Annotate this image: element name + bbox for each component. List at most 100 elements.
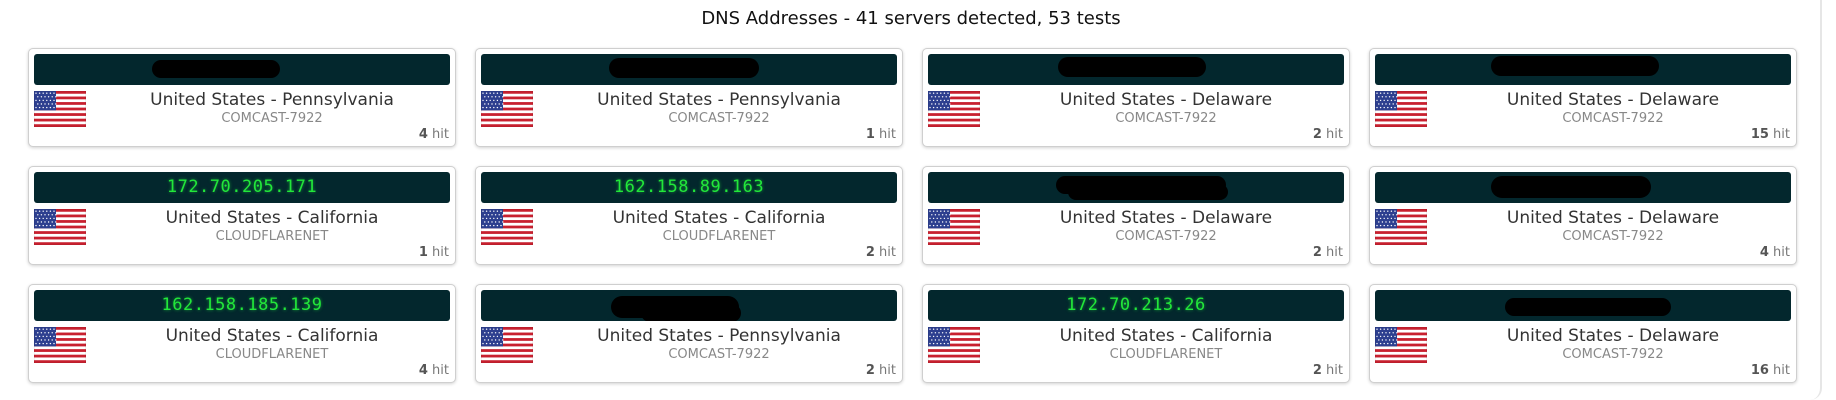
dns-server-card: United States - Pennsylvania COMCAST-792…	[28, 48, 456, 147]
us-flag-icon	[481, 327, 533, 363]
hit-count: 16 hit	[1751, 363, 1790, 378]
dns-server-card: 162.158.89.163 United States - Californi…	[475, 166, 903, 265]
dns-server-card: 172.70.205.171 United States - Californi…	[28, 166, 456, 265]
hit-count: 15 hit	[1751, 127, 1790, 142]
server-location: United States - Delaware	[1059, 208, 1273, 228]
us-flag-icon	[481, 209, 533, 245]
dns-server-card: 162.158.185.139 United States - Californ…	[28, 284, 456, 383]
hit-number: 2	[865, 363, 875, 378]
us-flag-icon	[481, 91, 533, 127]
hit-label: hit	[879, 363, 896, 378]
dns-server-grid: United States - Pennsylvania COMCAST-792…	[28, 48, 1797, 383]
hit-count: 1 hit	[419, 245, 449, 260]
us-flag-icon	[34, 327, 86, 363]
ip-address: 172.70.213.26	[1066, 295, 1206, 315]
hit-label: hit	[1326, 363, 1343, 378]
hit-label: hit	[1326, 127, 1343, 142]
redaction-mark	[641, 304, 741, 321]
redaction-mark	[1505, 298, 1671, 316]
server-location: United States - Delaware	[1506, 208, 1720, 228]
dns-server-card: United States - Pennsylvania COMCAST-792…	[475, 48, 903, 147]
dns-server-card: United States - Delaware COMCAST-7922 15…	[1369, 48, 1797, 147]
server-isp: COMCAST-7922	[1115, 229, 1217, 244]
server-location: United States - Delaware	[1059, 90, 1273, 110]
hit-number: 15	[1750, 127, 1769, 142]
hit-label: hit	[432, 127, 449, 142]
redaction-mark	[1058, 57, 1206, 77]
hit-number: 1	[418, 245, 428, 260]
server-isp: CLOUDFLARENET	[1109, 347, 1223, 362]
server-location: United States - Delaware	[1506, 90, 1720, 110]
us-flag-icon	[1375, 327, 1427, 363]
results-panel: DNS Addresses - 41 servers detected, 53 …	[0, 0, 1822, 400]
hit-label: hit	[1773, 245, 1790, 260]
hit-count: 4 hit	[419, 363, 449, 378]
hit-count: 2 hit	[866, 363, 896, 378]
dns-server-card: 172.70.213.26 United States - California…	[922, 284, 1350, 383]
redaction-mark	[609, 58, 759, 78]
ip-address-bar	[1375, 54, 1791, 85]
ip-address-bar	[928, 54, 1344, 85]
hit-number: 2	[865, 245, 875, 260]
server-isp: CLOUDFLARENET	[215, 347, 329, 362]
ip-address-bar	[34, 54, 450, 85]
hit-number: 2	[1312, 363, 1322, 378]
server-location: United States - Delaware	[1506, 326, 1720, 346]
dns-server-card: United States - Delaware COMCAST-7922 2 …	[922, 166, 1350, 265]
ip-address-bar	[481, 54, 897, 85]
server-location: United States - California	[165, 326, 379, 346]
us-flag-icon	[1375, 91, 1427, 127]
redaction-mark	[152, 60, 280, 78]
hit-label: hit	[1773, 363, 1790, 378]
hit-number: 4	[418, 127, 428, 142]
server-isp: COMCAST-7922	[668, 111, 770, 126]
hit-label: hit	[1326, 245, 1343, 260]
server-location: United States - Pennsylvania	[597, 326, 841, 346]
ip-address: 172.70.205.171	[166, 177, 318, 197]
server-location: United States - Pennsylvania	[597, 90, 841, 110]
hit-number: 2	[1312, 245, 1322, 260]
ip-address-bar	[928, 172, 1344, 203]
server-isp: COMCAST-7922	[1562, 229, 1664, 244]
hit-count: 1 hit	[866, 127, 896, 142]
hit-count: 2 hit	[866, 245, 896, 260]
server-location: United States - California	[1059, 326, 1273, 346]
us-flag-icon	[34, 209, 86, 245]
hit-count: 4 hit	[419, 127, 449, 142]
hit-label: hit	[879, 245, 896, 260]
hit-number: 16	[1750, 363, 1769, 378]
hit-number: 4	[1759, 245, 1769, 260]
dns-server-card: United States - Delaware COMCAST-7922 16…	[1369, 284, 1797, 383]
ip-address-bar: 172.70.205.171	[34, 172, 450, 203]
us-flag-icon	[928, 209, 980, 245]
hit-label: hit	[879, 127, 896, 142]
ip-address: 162.158.185.139	[161, 295, 323, 315]
server-isp: COMCAST-7922	[668, 347, 770, 362]
server-isp: COMCAST-7922	[1562, 347, 1664, 362]
server-location: United States - Pennsylvania	[150, 90, 394, 110]
server-isp: CLOUDFLARENET	[662, 229, 776, 244]
server-isp: CLOUDFLARENET	[215, 229, 329, 244]
page-title: DNS Addresses - 41 servers detected, 53 …	[701, 8, 1121, 29]
ip-address-bar: 172.70.213.26	[928, 290, 1344, 321]
ip-address-bar: 162.158.89.163	[481, 172, 897, 203]
hit-number: 1	[865, 127, 875, 142]
server-isp: COMCAST-7922	[1562, 111, 1664, 126]
redaction-mark	[1491, 56, 1659, 76]
us-flag-icon	[928, 91, 980, 127]
ip-address-bar	[1375, 172, 1791, 203]
hit-count: 4 hit	[1760, 245, 1790, 260]
server-location: United States - California	[612, 208, 826, 228]
hit-number: 2	[1312, 127, 1322, 142]
dns-server-card: United States - Delaware COMCAST-7922 4 …	[1369, 166, 1797, 265]
dns-server-card: United States - Delaware COMCAST-7922 2 …	[922, 48, 1350, 147]
ip-address-bar: 162.158.185.139	[34, 290, 450, 321]
hit-count: 2 hit	[1313, 127, 1343, 142]
redaction-mark	[1491, 176, 1651, 198]
server-isp: COMCAST-7922	[1115, 111, 1217, 126]
hit-label: hit	[432, 245, 449, 260]
hit-count: 2 hit	[1313, 245, 1343, 260]
dns-server-card: United States - Pennsylvania COMCAST-792…	[475, 284, 903, 383]
ip-address-bar	[481, 290, 897, 321]
us-flag-icon	[34, 91, 86, 127]
